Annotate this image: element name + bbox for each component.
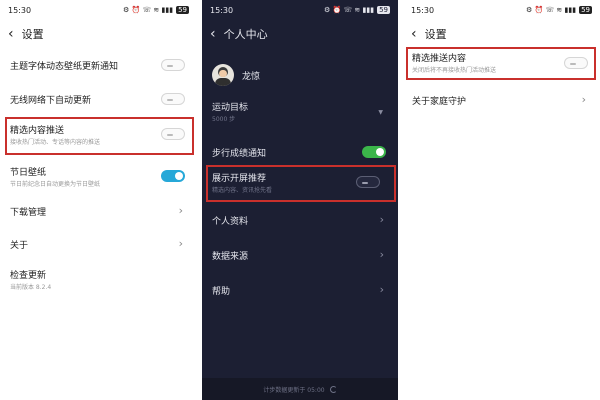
chevron-right-icon: › [178,204,183,217]
setting-featured-push[interactable]: 精选内容推送 接收热门活动、专话等内容的推送 [10,123,187,149]
step-data-footer: 计步数据更新于 05:00 [202,378,398,400]
status-bar: 15:30 ⚙ ⏰ ☏ ≋ ▮▮▮ 59 [0,0,197,20]
back-arrow-icon[interactable]: ‹ [411,27,417,41]
setting-label: 精选推送内容 [412,54,467,64]
avatar-face [219,70,227,77]
setting-label: 节日壁纸 [10,168,47,178]
status-time: 15:30 [210,5,234,15]
setting-label: 步行成绩通知 [212,149,267,159]
setting-theme-update-notify[interactable]: 主题字体动态壁纸更新通知 [10,56,187,74]
avatar[interactable] [212,64,234,86]
chevron-right-icon: › [581,93,586,106]
toggle-switch[interactable] [356,176,380,188]
battery-icon: 59 [176,6,189,14]
toggle-switch[interactable] [161,128,185,140]
page-title: 个人中心 [223,28,268,41]
setting-walk-notify[interactable]: 步行成绩通知 [212,143,388,161]
setting-label: 关于家庭守护 [412,97,467,107]
setting-label: 精选内容推送 [10,126,65,136]
back-arrow-icon[interactable]: ‹ [210,27,216,41]
status-icons-glyphs: ⚙ ⏰ ☏ ≋ ▮▮▮ [123,6,174,14]
setting-subtitle: 接收热门活动、专话等内容的推送 [10,139,101,146]
setting-label: 数据来源 [212,252,249,262]
settings-panel-left: 15:30 ⚙ ⏰ ☏ ≋ ▮▮▮ 59 ‹ 设置 主题字体动态壁纸更新通知 无… [0,0,197,400]
status-icons-glyphs: ⚙ ⏰ ☏ ≋ ▮▮▮ [324,6,375,14]
battery-icon: 59 [579,6,592,14]
setting-label: 主题字体动态壁纸更新通知 [10,62,119,72]
status-icons: ⚙ ⏰ ☏ ≋ ▮▮▮ 59 [123,6,189,14]
setting-subtitle: 5000 步 [212,116,236,123]
back-arrow-icon[interactable]: ‹ [8,27,14,41]
setting-about-family-guard[interactable]: 关于家庭守护 › [412,92,590,108]
setting-label: 检查更新 [10,271,47,281]
setting-subtitle: 节日前纪念日自动更换为节日壁纸 [10,181,101,188]
toggle-switch[interactable] [161,59,185,71]
toggle-switch[interactable] [161,170,185,182]
settings-panel-right: 15:30 ⚙ ⏰ ☏ ≋ ▮▮▮ 59 ‹ 设置 精选推送内容 关闭后将不再接… [403,0,600,400]
setting-download-manager[interactable]: 下载管理 › [10,203,187,219]
status-icons: ⚙ ⏰ ☏ ≋ ▮▮▮ 59 [526,6,592,14]
username: 龙惊 [242,72,261,82]
setting-help[interactable]: 帮助 › [212,282,388,298]
setting-label: 无线网络下自动更新 [10,96,92,106]
setting-subtitle: 精选内容、资讯抢先看 [212,187,273,194]
setting-label: 帮助 [212,287,231,297]
setting-data-source[interactable]: 数据来源 › [212,247,388,263]
setting-holiday-wallpaper[interactable]: 节日壁纸 节日前纪念日自动更换为节日壁纸 [10,165,187,191]
status-time: 15:30 [411,5,435,15]
avatar-body [215,78,231,86]
setting-check-update[interactable]: 检查更新 当前版本 8.2.4 [10,268,187,294]
setting-label: 下载管理 [10,208,47,218]
dropdown-caret-icon: ▼ [378,109,383,116]
status-icons-glyphs: ⚙ ⏰ ☏ ≋ ▮▮▮ [526,6,577,14]
chevron-right-icon: › [379,283,384,296]
title-bar: ‹ 设置 [403,24,600,44]
toggle-switch[interactable] [362,146,386,158]
title-bar: ‹ 个人中心 [202,24,398,44]
toggle-switch[interactable] [161,93,185,105]
setting-label: 个人资料 [212,217,249,227]
battery-icon: 59 [377,6,390,14]
setting-splash-recommend[interactable]: 展示开屏推荐 精选内容、资讯抢先看 [212,171,388,197]
footer-text: 计步数据更新于 05:00 [263,386,325,394]
status-icons: ⚙ ⏰ ☏ ≋ ▮▮▮ 59 [324,6,390,14]
setting-profile[interactable]: 个人资料 › [212,212,388,228]
refresh-icon[interactable] [329,385,337,393]
setting-subtitle: 关闭后将不再接收热门活动推送 [412,67,497,74]
toggle-switch[interactable] [564,57,588,69]
status-bar: 15:30 ⚙ ⏰ ☏ ≋ ▮▮▮ 59 [202,0,398,20]
setting-label: 关于 [10,241,29,251]
chevron-right-icon: › [379,213,384,226]
setting-featured-push-content[interactable]: 精选推送内容 关闭后将不再接收热门活动推送 [412,51,590,77]
title-bar: ‹ 设置 [0,24,197,44]
chevron-right-icon: › [178,237,183,250]
setting-wifi-auto-update[interactable]: 无线网络下自动更新 [10,90,187,108]
page-title: 设置 [424,28,447,41]
setting-subtitle: 当前版本 8.2.4 [10,284,52,291]
setting-label: 运动目标 [212,103,249,113]
profile-panel-middle: 15:30 ⚙ ⏰ ☏ ≋ ▮▮▮ 59 ‹ 个人中心 龙惊 运动目标 5000… [202,0,398,400]
page-title: 设置 [21,28,44,41]
status-time: 15:30 [8,5,32,15]
chevron-right-icon: › [379,248,384,261]
setting-exercise-goal[interactable]: 运动目标 5000 步 ▼ [212,100,388,126]
status-bar: 15:30 ⚙ ⏰ ☏ ≋ ▮▮▮ 59 [403,0,600,20]
setting-label: 展示开屏推荐 [212,174,267,184]
setting-about[interactable]: 关于 › [10,236,187,252]
